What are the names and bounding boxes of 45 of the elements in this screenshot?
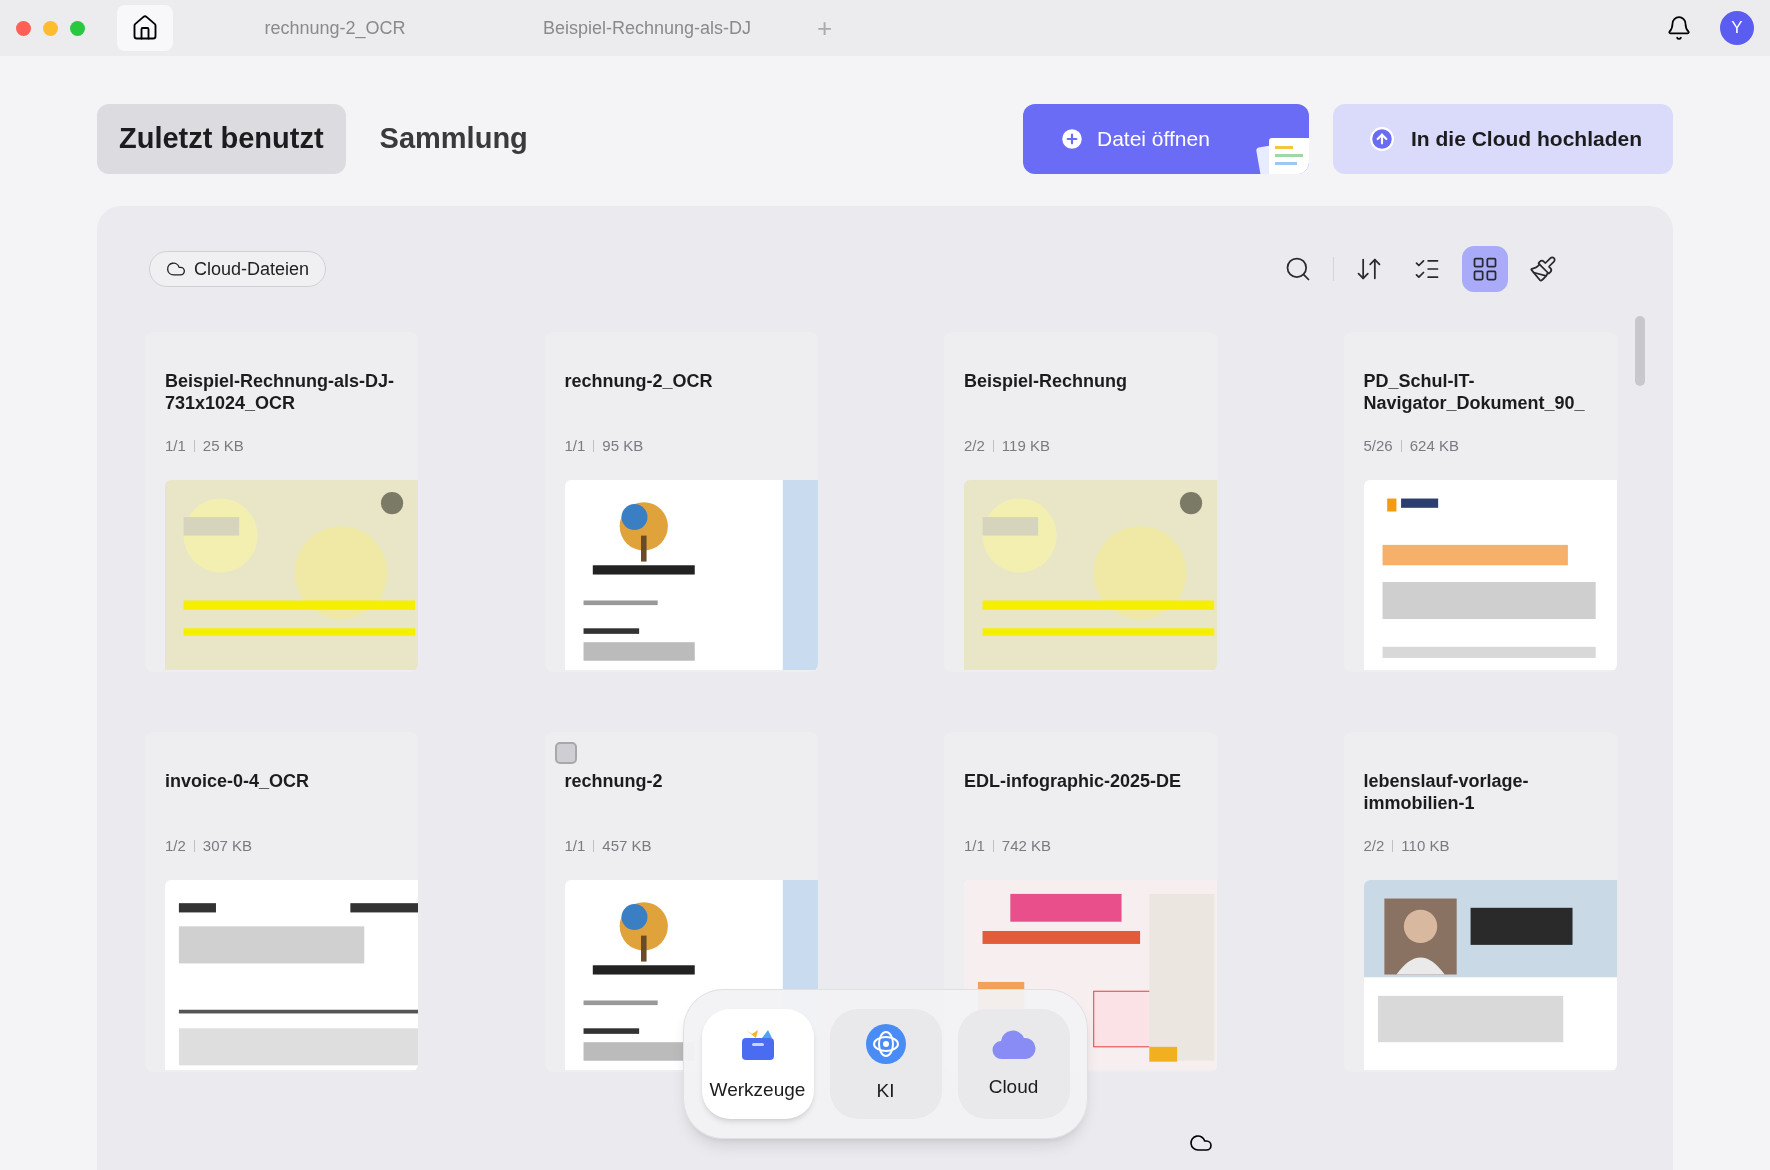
dock-item[interactable]: Werkzeuge — [701, 1009, 814, 1119]
file-size: 457 KB — [602, 835, 652, 856]
file-size: 110 KB — [1401, 835, 1450, 856]
dock-item[interactable]: KI — [829, 1009, 942, 1119]
file-name: rechnung-2_OCR — [564, 370, 714, 392]
page-count: 1/1 — [564, 435, 586, 456]
page-count: 2/2 — [1363, 835, 1385, 856]
file-name: rechnung-2 — [564, 770, 664, 792]
page-count: 1/1 — [964, 835, 985, 856]
scrollbar[interactable] — [1635, 316, 1645, 386]
file-size: 624 KB — [1409, 435, 1459, 456]
file-name: Beispiel-Rechnung-als-DJ-731x1024_OCR — [165, 370, 396, 414]
file-name: EDL-infographic-2025-DE — [964, 770, 1183, 792]
home-icon — [131, 14, 159, 42]
page-count: 1/2 — [165, 835, 186, 856]
search-icon — [1284, 255, 1312, 283]
grid-button[interactable] — [1462, 246, 1508, 292]
file-name: invoice-0-4_OCR — [165, 770, 311, 792]
file-name: Beispiel-Rechnung — [964, 370, 1129, 392]
file-size: 307 KB — [202, 835, 253, 856]
file-name: lebenslauf-vorlage-immobilien-1 — [1363, 770, 1530, 814]
open-file-button[interactable]: Datei öffnen — [1023, 104, 1309, 174]
brush-icon — [1529, 255, 1557, 283]
file-size: 742 KB — [1001, 835, 1052, 856]
upload-icon — [1369, 126, 1395, 152]
page-count: 2/2 — [964, 435, 985, 456]
dock-item[interactable]: Cloud — [957, 1009, 1070, 1119]
cloud-files-filter[interactable]: Cloud-Dateien — [149, 251, 327, 287]
file-name: PD_Schul-IT-Navigator_Dokument_90_ — [1363, 370, 1586, 414]
page-count: 1/1 — [165, 435, 186, 456]
grid-view-icon — [1471, 255, 1499, 283]
view-tab[interactable]: Zuletzt benutzt — [97, 104, 346, 174]
plus-icon — [1059, 126, 1085, 152]
ai-orb-icon — [864, 1022, 907, 1065]
page-count: 1/1 — [564, 835, 586, 856]
view-tab[interactable]: Sammlung — [357, 104, 550, 174]
select-checkbox[interactable] — [554, 742, 577, 764]
file-size: 95 KB — [602, 435, 644, 456]
notification-icon[interactable] — [1666, 15, 1692, 41]
user-avatar[interactable]: Y — [1720, 11, 1754, 45]
file-size: 119 KB — [1001, 435, 1050, 456]
page-count: 5/26 — [1363, 435, 1393, 456]
file-size: 25 KB — [202, 435, 244, 456]
home-tab[interactable] — [117, 5, 173, 51]
cloud-upload-button[interactable]: In die Cloud hochladen — [1333, 104, 1673, 174]
